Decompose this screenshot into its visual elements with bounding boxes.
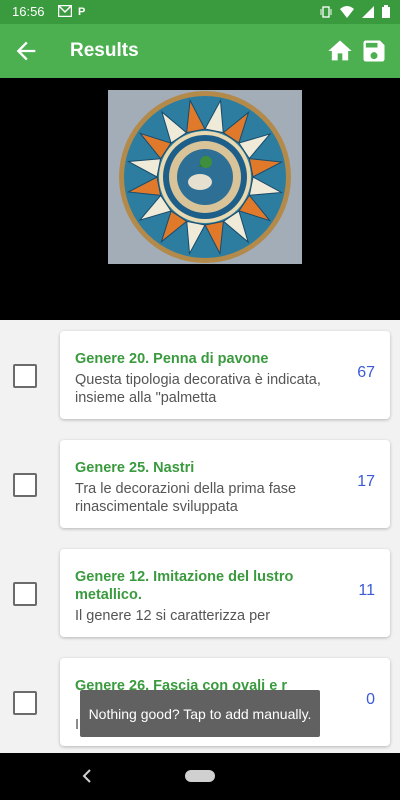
parking-icon: P (78, 6, 86, 18)
system-nav-bar (0, 753, 400, 800)
result-count: 11 (358, 582, 375, 599)
status-time: 16:56 (12, 4, 45, 19)
battery-icon (382, 5, 390, 18)
result-title: Genere 12. Imitazione del lustro metalli… (75, 569, 294, 603)
result-count: 17 (357, 473, 375, 490)
status-bar: 16:56 P (0, 0, 400, 24)
app-bar: Results (0, 24, 400, 78)
result-count: 67 (357, 364, 375, 381)
result-checkbox[interactable] (13, 364, 37, 388)
image-viewer (0, 78, 400, 320)
nav-back-icon[interactable] (78, 766, 96, 786)
result-description: Tra le decorazioni della prima fase rina… (75, 481, 297, 515)
list-item: Genere 20. Penna di pavone Questa tipolo… (0, 331, 400, 419)
save-icon[interactable] (360, 37, 388, 65)
result-count: 0 (366, 691, 375, 708)
result-description: Il genere 12 si caratterizza per (75, 608, 271, 624)
result-title: Genere 25. Nastri (75, 460, 195, 476)
result-card[interactable]: Genere 12. Imitazione del lustro metalli… (60, 549, 390, 637)
arrow-back-icon[interactable] (12, 37, 40, 65)
result-checkbox[interactable] (13, 473, 37, 497)
home-icon[interactable] (326, 37, 354, 65)
list-item: Genere 12. Imitazione del lustro metalli… (0, 549, 400, 637)
vibrate-icon (320, 5, 332, 18)
nav-home-pill[interactable] (185, 770, 215, 782)
toast-add-manually[interactable]: Nothing good? Tap to add manually. (80, 690, 320, 737)
result-card[interactable]: Genere 25. Nastri Tra le decorazioni del… (60, 440, 390, 528)
signal-icon (362, 5, 374, 18)
result-checkbox[interactable] (13, 691, 37, 715)
list-item: Genere 25. Nastri Tra le decorazioni del… (0, 440, 400, 528)
results-list: Genere 20. Penna di pavone Questa tipolo… (0, 320, 400, 753)
page-title: Results (70, 40, 139, 61)
result-checkbox[interactable] (13, 582, 37, 606)
result-card[interactable]: Genere 20. Penna di pavone Questa tipolo… (60, 331, 390, 419)
result-description: Questa tipologia decorativa è indicata, … (75, 372, 321, 406)
result-title: Genere 20. Penna di pavone (75, 351, 269, 367)
gmail-icon (58, 5, 72, 17)
wifi-icon (340, 5, 354, 18)
plate-photo (108, 90, 302, 264)
